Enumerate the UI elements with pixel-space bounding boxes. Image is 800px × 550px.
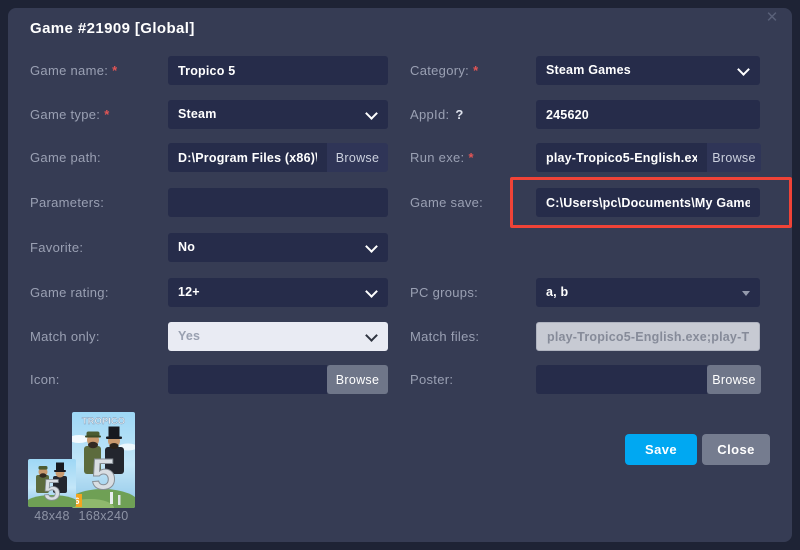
- poster-label: Poster:: [410, 365, 453, 394]
- field-row-game-save: Game save:: [0, 188, 800, 217]
- triangle-down-icon: [742, 291, 750, 296]
- run-exe-label: Run exe:*: [410, 143, 474, 172]
- game-save-label: Game save:: [410, 188, 483, 217]
- match-files-label: Match files:: [410, 322, 479, 351]
- run-exe-browse-button[interactable]: Browse: [707, 143, 761, 172]
- run-exe-input[interactable]: [536, 143, 707, 172]
- field-row-run-exe: Run exe:* Browse: [0, 143, 800, 172]
- modal-title: Game #21909 [Global]: [30, 20, 195, 37]
- field-row-pc-groups: PC groups: a, b: [0, 278, 800, 307]
- game-icon-image: 5: [28, 459, 76, 507]
- close-icon[interactable]: ✕: [760, 6, 784, 30]
- field-row-favorite: Favorite: No: [0, 233, 800, 262]
- poster-browse-button[interactable]: Browse: [707, 365, 761, 394]
- field-row-category: Category:* Steam Games: [0, 56, 800, 85]
- game-poster-image: TROPICO 5 6: [72, 412, 135, 508]
- match-files-input: [536, 322, 760, 351]
- poster-title-text: TROPICO: [82, 416, 125, 427]
- poster-size-label: 168x240: [66, 509, 141, 523]
- game-save-input[interactable]: [536, 188, 760, 217]
- save-button[interactable]: Save: [625, 434, 697, 465]
- help-icon[interactable]: ?: [455, 107, 463, 122]
- category-label: Category:*: [410, 56, 478, 85]
- field-row-match-files: Match files:: [0, 322, 800, 351]
- appid-label: AppId:?: [410, 100, 464, 129]
- appid-input[interactable]: [536, 100, 760, 129]
- favorite-label: Favorite:: [30, 233, 83, 262]
- required-asterisk: *: [468, 150, 473, 165]
- poster-input[interactable]: [536, 365, 707, 394]
- category-select[interactable]: Steam Games: [536, 56, 760, 85]
- pc-groups-label: PC groups:: [410, 278, 478, 307]
- close-button[interactable]: Close: [702, 434, 770, 465]
- poster-number-text: 5: [91, 450, 115, 499]
- favorite-select[interactable]: No: [168, 233, 388, 262]
- icon-number-text: 5: [44, 474, 61, 507]
- pc-groups-select[interactable]: a, b: [536, 278, 760, 307]
- field-row-poster: Poster: Browse: [0, 365, 800, 394]
- field-row-appid: AppId:?: [0, 100, 800, 129]
- chevron-down-icon: [365, 240, 378, 253]
- chevron-down-icon: [737, 63, 750, 76]
- required-asterisk: *: [473, 63, 478, 78]
